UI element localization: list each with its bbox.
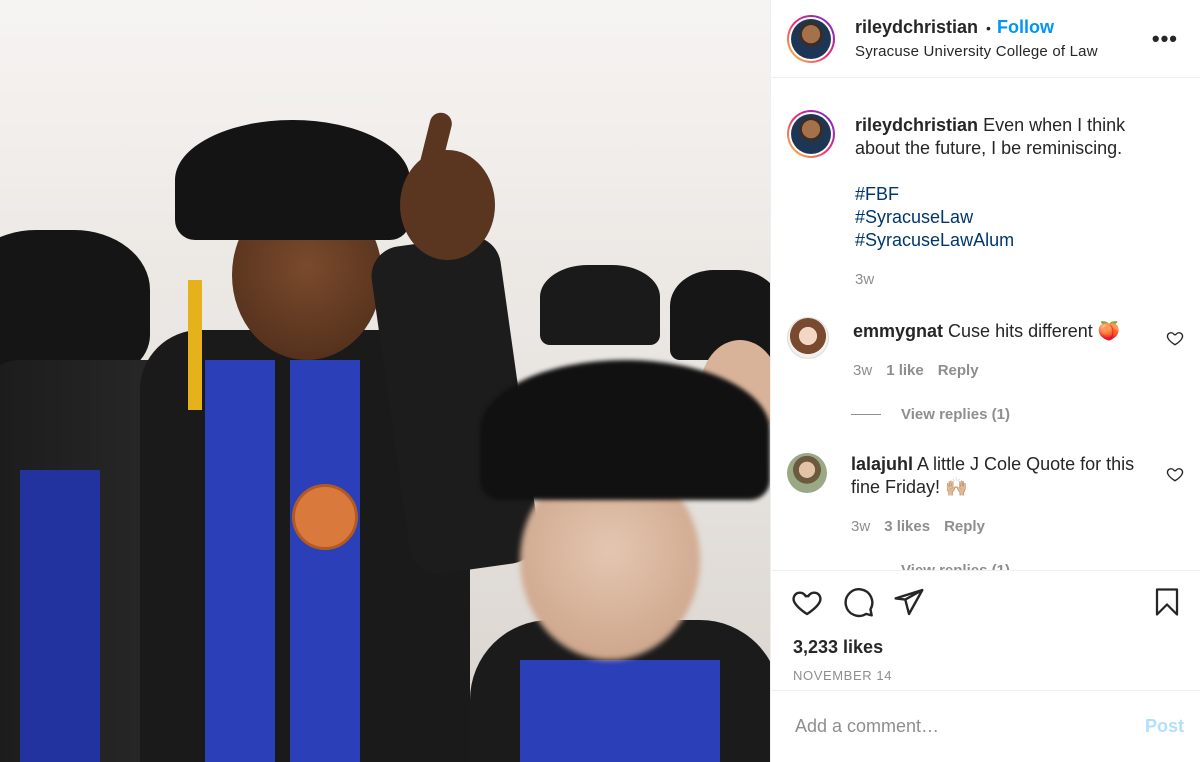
comment-item: lalajuhl A little J Cole Quote for this … bbox=[787, 453, 1184, 538]
comment-time[interactable]: 3w bbox=[851, 515, 870, 538]
comment-text: Cuse hits different bbox=[948, 321, 1093, 341]
post-photo[interactable] bbox=[0, 0, 770, 762]
author-avatar[interactable] bbox=[787, 14, 835, 63]
hashtag-syracuselawalum[interactable]: #SyracuseLawAlum bbox=[855, 229, 1154, 252]
reply-button[interactable]: Reply bbox=[938, 359, 979, 382]
caption: rileydchristian Even when I think about … bbox=[787, 110, 1184, 291]
photo-seal bbox=[292, 484, 358, 550]
hashtag-fbf[interactable]: #FBF bbox=[855, 183, 1154, 206]
like-heart-icon[interactable] bbox=[791, 586, 823, 618]
post-date[interactable]: NOVEMBER 14 bbox=[791, 668, 1184, 683]
commenter-avatar[interactable] bbox=[787, 453, 827, 493]
hashtag-syracuselaw[interactable]: #SyracuseLaw bbox=[855, 206, 1154, 229]
post-sidebar: rileydchristian • Follow Syracuse Univer… bbox=[770, 0, 1200, 762]
comment-emoji: 🍑 bbox=[1097, 321, 1121, 341]
photo-figure-left-stole bbox=[20, 470, 100, 762]
comment-username[interactable]: lalajuhl bbox=[851, 454, 913, 474]
caption-username[interactable]: rileydchristian bbox=[855, 115, 978, 135]
comment-bubble-icon[interactable] bbox=[843, 586, 875, 618]
photo-right-cap bbox=[540, 265, 660, 345]
commenter-avatar[interactable] bbox=[787, 317, 829, 359]
caption-time[interactable]: 3w bbox=[855, 268, 874, 291]
photo-front-cap bbox=[480, 360, 770, 500]
author-username[interactable]: rileydchristian bbox=[855, 17, 978, 38]
photo-main-cap bbox=[175, 120, 410, 240]
comment-input[interactable] bbox=[793, 715, 1145, 738]
post-header: rileydchristian • Follow Syracuse Univer… bbox=[771, 0, 1200, 78]
comment-emoji: 🙌🏼 bbox=[945, 477, 968, 497]
share-paper-plane-icon[interactable] bbox=[893, 586, 925, 618]
photo-pointing-hand bbox=[400, 150, 495, 260]
comment-username[interactable]: emmygnat bbox=[853, 321, 943, 341]
comment-likes[interactable]: 3 likes bbox=[884, 515, 930, 538]
reply-button[interactable]: Reply bbox=[944, 515, 985, 538]
location-link[interactable]: Syracuse University College of Law bbox=[855, 43, 1146, 60]
photo-front-stole bbox=[520, 660, 720, 762]
view-replies-button[interactable]: View replies (1) bbox=[851, 562, 1184, 570]
instagram-post: rileydchristian • Follow Syracuse Univer… bbox=[0, 0, 1200, 762]
more-options-icon[interactable]: ••• bbox=[1146, 27, 1184, 49]
post-comment-button[interactable]: Post bbox=[1145, 716, 1184, 737]
photo-main-stole-left bbox=[205, 360, 275, 762]
post-actions: 3,233 likes NOVEMBER 14 bbox=[771, 570, 1200, 683]
save-bookmark-icon[interactable] bbox=[1152, 586, 1182, 618]
author-avatar-image bbox=[791, 18, 831, 59]
view-replies-button[interactable]: View replies (1) bbox=[851, 406, 1184, 423]
separator-dot: • bbox=[986, 19, 991, 36]
add-comment-bar: Post bbox=[771, 690, 1200, 762]
photo-tassel bbox=[188, 280, 202, 410]
photo-main-stole-right bbox=[290, 360, 360, 762]
follow-button[interactable]: Follow bbox=[997, 17, 1054, 38]
photo-figure-left-cap bbox=[0, 230, 150, 380]
caption-avatar[interactable] bbox=[787, 110, 835, 158]
like-count[interactable]: 3,233 likes bbox=[791, 637, 1184, 658]
comment-time[interactable]: 3w bbox=[853, 359, 872, 382]
comment-like-heart-icon[interactable] bbox=[1166, 329, 1184, 347]
comment-like-heart-icon[interactable] bbox=[1166, 465, 1184, 483]
comments-list[interactable]: rileydchristian Even when I think about … bbox=[771, 78, 1200, 570]
comment-item: emmygnat Cuse hits different 🍑 3w 1 like… bbox=[787, 317, 1184, 382]
comment-likes[interactable]: 1 like bbox=[886, 359, 924, 382]
